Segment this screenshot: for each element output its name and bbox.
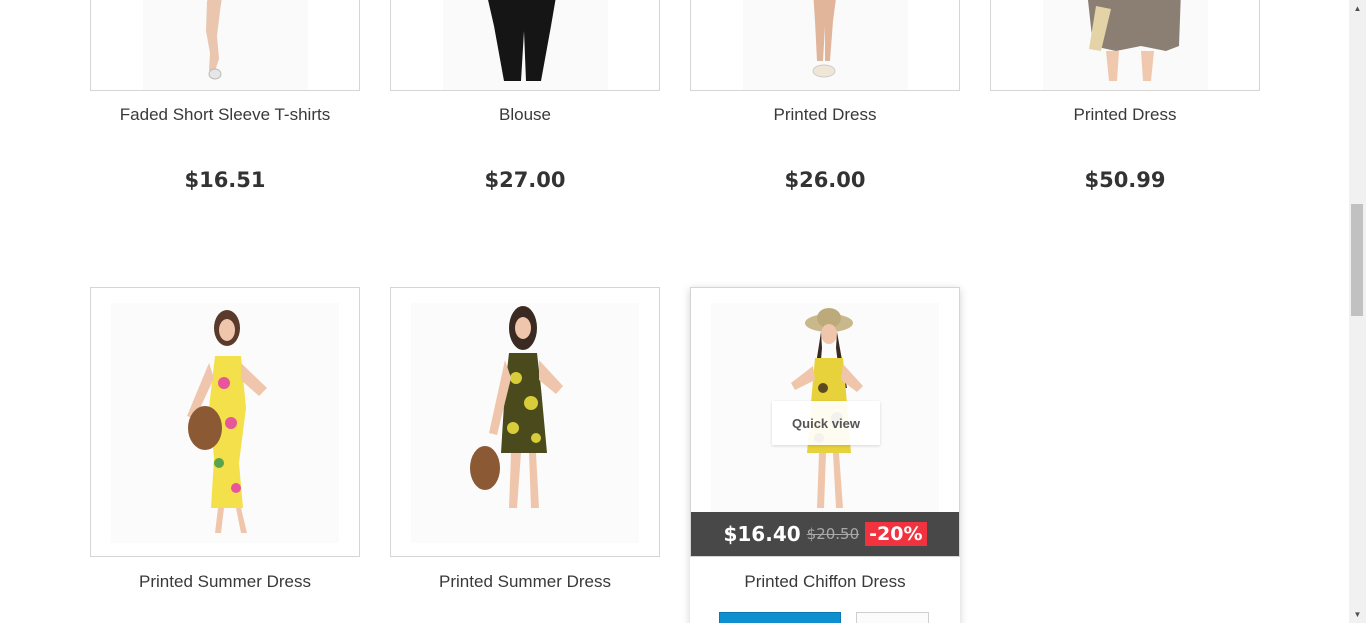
product-price: $26.00: [784, 168, 866, 192]
product-name[interactable]: Faded Short Sleeve T-shirts: [90, 105, 360, 125]
sale-price: $16.40: [723, 522, 801, 546]
discount-badge: -20%: [865, 522, 927, 546]
add-to-cart-button[interactable]: [719, 612, 841, 623]
product-name[interactable]: Printed Summer Dress: [390, 572, 660, 592]
product-image[interactable]: [90, 287, 360, 557]
product-price: $16.51: [184, 168, 266, 192]
product-name[interactable]: Printed Dress: [690, 105, 960, 125]
vertical-scrollbar[interactable]: ▲ ▼: [1349, 0, 1366, 623]
product-name[interactable]: Printed Dress: [990, 105, 1260, 125]
product-image[interactable]: Quick view $16.40 $20.50 -20%: [690, 287, 960, 557]
scroll-up-icon[interactable]: ▲: [1349, 0, 1366, 17]
scroll-down-icon[interactable]: ▼: [1349, 606, 1366, 623]
product-price: $50.99: [1084, 168, 1166, 192]
quick-view-button[interactable]: Quick view: [772, 401, 880, 445]
product-image[interactable]: [690, 0, 960, 91]
more-button[interactable]: [856, 612, 929, 623]
product-card-hovered[interactable]: Quick view $16.40 $20.50 -20% Printed Ch…: [690, 287, 960, 623]
scroll-thumb[interactable]: [1351, 204, 1363, 316]
product-image[interactable]: [390, 287, 660, 557]
product-price: $27.00: [484, 168, 566, 192]
product-image[interactable]: [390, 0, 660, 91]
old-price: $20.50: [806, 525, 860, 543]
product-name[interactable]: Blouse: [390, 105, 660, 125]
price-bar: $16.40 $20.50 -20%: [691, 512, 959, 556]
product-image[interactable]: [990, 0, 1260, 91]
product-name[interactable]: Printed Summer Dress: [90, 572, 360, 592]
product-name[interactable]: Printed Chiffon Dress: [690, 572, 960, 592]
product-image[interactable]: [90, 0, 360, 91]
